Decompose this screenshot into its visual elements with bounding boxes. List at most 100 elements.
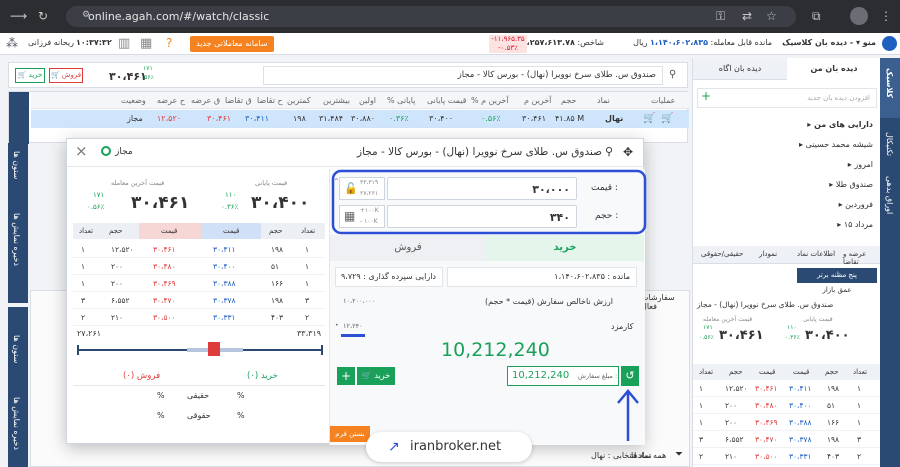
app-menu[interactable]: منو ▾ - دیده بان کلاسیک: [782, 38, 876, 47]
orderbook-row[interactable]: ۳ ۱۹۸ ۳۰،۳۷۸ ۳۰،۴۷۰ ۶،۵۵۲ ۳: [73, 292, 325, 309]
row-sell-cart-icon[interactable]: 🛒: [661, 113, 673, 124]
toolbar-buy-button[interactable]: 🛒 خرید: [15, 68, 45, 83]
columns-side-tab[interactable]: [9, 92, 29, 144]
tab-agah-watch[interactable]: دیده بان اگاه: [693, 58, 787, 80]
modal-left-divider: [73, 385, 325, 386]
profile-avatar[interactable]: [850, 7, 868, 25]
modal-last-price: ۳۰،۴۶۱: [131, 193, 190, 213]
fee-dot: •: [335, 322, 339, 329]
close-icon[interactable]: ×: [75, 142, 88, 160]
saved-views-tab-2[interactable]: ذخیره نمایش ها: [12, 397, 21, 450]
orderbook-row[interactable]: ۱ ۱۶۶ ۳۰،۳۸۸ ۳۰،۴۶۹ ۲۰۰ ۱: [693, 414, 881, 431]
sidebar-tab-classic[interactable]: کلاسیک: [885, 68, 894, 98]
move-icon[interactable]: ✥: [623, 145, 633, 159]
orderbook-cell: ۲۱۰: [725, 452, 738, 461]
highlight-box: [331, 169, 647, 235]
orderbook-row[interactable]: ۱ ۱۹۸ ۳۰،۴۱۱ ۳۰،۴۶۱ ۱۲،۵۲۰ ۱: [693, 380, 881, 397]
help-icon[interactable]: ?: [166, 36, 172, 50]
columns-tab-2[interactable]: ستون ها: [12, 335, 21, 363]
apps-icon[interactable]: ⁂: [6, 36, 18, 50]
watch-group[interactable]: ▸ دارایی های من: [807, 120, 873, 129]
close-form-button[interactable]: بستن فرم: [330, 426, 370, 442]
bookmark-star-icon[interactable]: ☆: [766, 9, 777, 23]
refresh-icon[interactable]: ↺: [621, 366, 639, 386]
modal-close-price: ۳۰،۴۰۰: [251, 193, 310, 213]
columns-tab[interactable]: ستون ها: [12, 151, 21, 179]
watch-item-3[interactable]: ▸ صندوق طلا: [829, 180, 873, 189]
tab-sell[interactable]: فروش: [330, 235, 486, 261]
row-buy-cart-icon[interactable]: 🛒: [643, 113, 655, 124]
buy-submit-button[interactable]: 🛒 خرید: [357, 367, 395, 385]
tab-legal[interactable]: حقیقی/حقوقی: [701, 250, 743, 258]
watch-item-4[interactable]: ▸ فروردین: [839, 200, 873, 209]
orderbook-cell: ۱۲،۵۲۰: [111, 245, 134, 254]
all-symbols-filter[interactable]: همه نمادها: [631, 451, 666, 460]
orderbook-cell: ۳۰،۳۷۸: [213, 296, 236, 305]
sidebar-tab-bonds[interactable]: اوراق بدهی: [885, 176, 894, 214]
buy-orders-count[interactable]: خرید (۰): [247, 371, 278, 381]
row-high: ۳۱،۴۸۴: [319, 114, 344, 123]
orderbook-cell: ۳: [305, 296, 310, 305]
top5-tab[interactable]: پنج مظنه برتر: [797, 268, 877, 283]
orderbook-row[interactable]: ۲ ۴۰۳ ۳۰،۳۳۱ ۳۰،۵۰۰ ۲۱۰ ۲: [693, 448, 881, 465]
user-name[interactable]: ریحانه فرزانی: [28, 38, 74, 47]
orderbook-cell: ۱: [699, 418, 704, 427]
layout-grid-icon[interactable]: ▦: [140, 36, 152, 51]
orderbook-row[interactable]: ۳ ۱۹۸ ۳۰،۳۷۸ ۳۰،۴۷۰ ۶،۵۵۲ ۳: [693, 431, 881, 448]
orderbook-row[interactable]: ۱ ۵۱ ۳۰،۴۰۰ ۳۰،۴۸۰ ۲۰۰ ۱: [73, 258, 325, 275]
orderbook-cell: ۳۰،۳۳۱: [213, 313, 236, 322]
tab-symbol-info[interactable]: اطلاعات نماد: [797, 250, 835, 258]
address-bar[interactable]: online.agah.com/#/watch/classic: [66, 6, 796, 27]
orderbook-cell: ۲: [857, 452, 862, 461]
price-range-marker[interactable]: [208, 342, 220, 356]
search-symbol-icon[interactable]: ⚲: [605, 145, 613, 158]
right-symbol: صندوق س. طلای سرخ نوویرا (نهال) - مجاز: [697, 300, 834, 309]
add-order-button[interactable]: +: [337, 367, 355, 385]
new-system-button[interactable]: سامانه معاملاتی جدید: [190, 36, 274, 52]
row-symbol[interactable]: نهال: [605, 114, 623, 123]
tab-my-watch[interactable]: دیده بان من: [787, 58, 881, 80]
watch-row-selected[interactable]: 🛒 🛒 نهال ۴۱.۸۵ M ۳۰،۴۶۱ ۰.۵۶٪ ۳۰،۴۰۰ ۰.۳…: [31, 110, 689, 128]
orderbook-cell: ۱۹۸: [827, 384, 840, 393]
extensions-icon[interactable]: ⧉: [812, 9, 821, 24]
orderbook-cell: ۱: [699, 401, 704, 410]
filter-icon[interactable]: ⏷: [675, 449, 683, 460]
watch-header-row: عملیات نماد حجم آخرین م % آخرین م قیمت پ…: [31, 92, 689, 109]
col-last-pct: % آخرین م: [471, 96, 509, 105]
watch-item-1[interactable]: ▸ شیشه محمد حسینی: [799, 140, 873, 149]
depth-tab[interactable]: عمق بازار: [797, 283, 877, 297]
watch-item-2[interactable]: ▸ امروز: [848, 160, 873, 169]
saved-views-tab[interactable]: ذخیره نمایش ها: [12, 213, 21, 266]
tab-orderbook[interactable]: عرضه و تقاضا: [843, 250, 881, 266]
browser-menu-icon[interactable]: ⋮: [880, 9, 892, 23]
search-icon[interactable]: ⚲: [669, 69, 676, 80]
orderbook-row[interactable]: ۱ ۱۶۶ ۳۰،۳۸۸ ۳۰،۴۶۹ ۲۰۰ ۱: [73, 275, 325, 292]
toolbar-sell-button[interactable]: 🛒 فروش: [49, 68, 83, 83]
sidebar-tab-technical[interactable]: تکنیکال: [885, 132, 894, 156]
forward-icon[interactable]: ⟶: [10, 9, 27, 23]
gross-label: ارزش ناخالص سفارش (قیمت * حجم): [485, 297, 613, 306]
tab-chart[interactable]: نمودار: [759, 250, 777, 258]
sell-orders-count[interactable]: فروش (۰): [123, 371, 160, 381]
orderbook-cell: ۳۰،۴۷۰: [755, 435, 778, 444]
right-close-change: ۱۱۰: [787, 324, 797, 331]
reload-icon[interactable]: ↻: [38, 9, 48, 23]
col-actions: عملیات: [651, 96, 676, 105]
row-close-pct: ۰.۳۶٪: [389, 114, 409, 123]
col-close: قیمت پایانی: [427, 96, 467, 105]
add-watch-input[interactable]: افزودن دیده بان جدید: [697, 88, 877, 108]
orderbook-row[interactable]: ۲ ۴۰۳ ۳۰،۳۳۱ ۳۰،۵۰۰ ۲۱۰ ۲: [73, 309, 325, 326]
add-icon[interactable]: +: [701, 89, 711, 103]
ob-h-ask-price: قیمت: [161, 227, 178, 235]
key-icon[interactable]: ⚿: [716, 9, 725, 24]
tab-buy[interactable]: خرید: [486, 235, 644, 261]
orderbook-row[interactable]: ۱ ۱۹۸ ۳۰،۴۱۱ ۳۰،۴۶۱ ۱۲،۵۲۰ ۱: [73, 241, 325, 258]
layout-split-icon[interactable]: ▥: [118, 36, 130, 51]
site-info-icon[interactable]: ⚙: [82, 10, 90, 20]
watch-item-5[interactable]: ▸ مرداد ۱۵: [837, 220, 873, 229]
symbol-search[interactable]: صندوق س. طلای سرخ نوویرا (نهال) - بورس ک…: [263, 66, 663, 85]
modal-close-pct: ۰.۳۶٪: [221, 203, 239, 211]
orderbook-row[interactable]: ۱ ۵۱ ۳۰،۴۰۰ ۳۰،۴۸۰ ۲۰۰ ۱: [693, 397, 881, 414]
translate-icon[interactable]: ⇄: [742, 9, 752, 23]
orderbook-cell: ۱۹۸: [271, 296, 284, 305]
